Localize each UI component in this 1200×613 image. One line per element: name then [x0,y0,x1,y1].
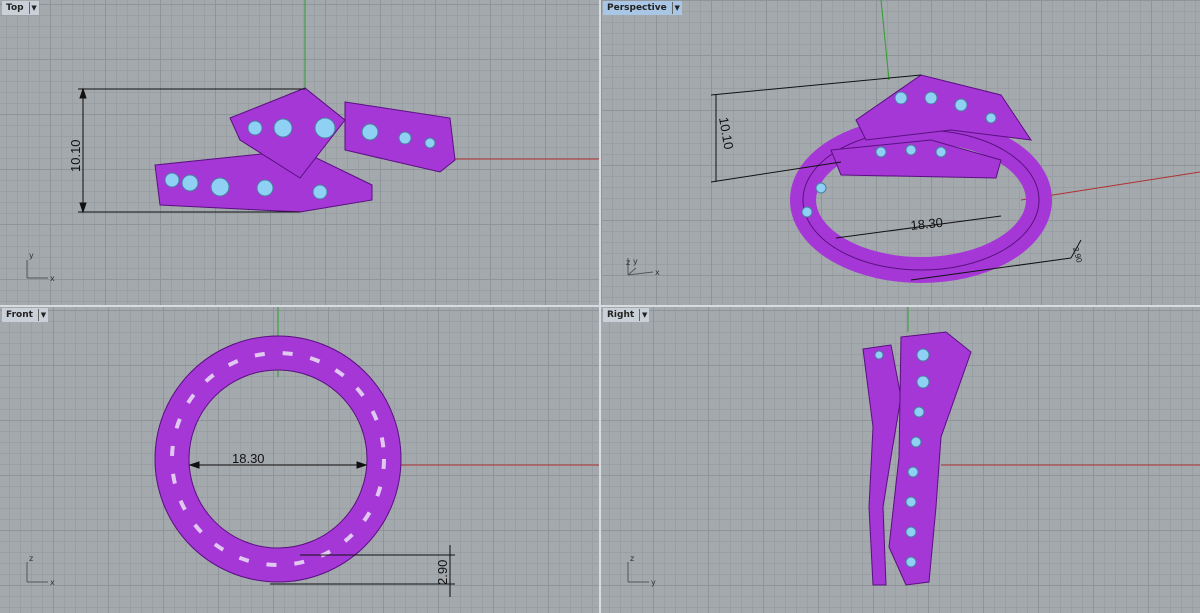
dropdown-icon[interactable]: ▼ [28,2,39,14]
dimension-label: 2.90 [1071,246,1084,264]
model-shape [910,436,922,448]
axis-label-x: x [50,274,55,283]
viewport-tab-perspective[interactable]: Perspective ▼ [603,1,682,15]
model-shape [916,348,930,362]
model-shape [907,466,919,478]
model-shape [273,118,293,138]
model-shape [815,182,827,194]
viewport-right[interactable]: Right ▼ z y [601,307,1200,613]
axis-label-y: y [633,257,638,266]
model-shape [935,146,947,158]
axis-label-x: x [50,578,55,587]
model-shape [905,496,917,508]
model-shape [181,174,199,192]
viewport-tab-right[interactable]: Right ▼ [603,308,650,322]
front-scene: 18.30 2.90 z x [26,307,599,597]
perspective-scene: 10.10 18.30 2.90 z y x [626,0,1200,283]
ring-model [790,74,1052,283]
model-shape [874,350,884,360]
dimension-label: 2.90 [435,560,450,585]
dimension-label: 10.10 [716,116,736,151]
axis-icon [26,260,48,279]
model-shape [627,271,654,276]
model-shape [905,526,917,538]
right-scene: z y [627,307,1200,587]
axis-label-y: y [651,578,656,587]
viewport-tab-front[interactable]: Front ▼ [2,308,48,322]
model-shape [888,331,972,586]
top-scene: 10.10 y x [26,0,599,283]
ring-model [154,87,456,213]
dimension-label: 10.10 [68,139,83,172]
viewport-title: Top [6,3,24,13]
model-shape [905,556,917,568]
model-shape [627,562,649,583]
dropdown-icon[interactable]: ▼ [671,2,682,14]
model-shape [710,74,922,96]
viewport-title: Right [607,310,635,320]
axis-label-y: y [29,251,34,260]
viewport-title: Front [6,310,33,320]
model-shape [627,258,654,276]
axis-label-z: z [630,554,634,563]
dimension-18-30 [188,461,368,469]
dropdown-icon[interactable]: ▼ [639,309,649,321]
viewport-front[interactable]: Front ▼ 18.30 2.90 z x [0,307,599,613]
dimension-label: 18.30 [910,215,944,233]
model-shape [801,206,813,218]
model-shape [924,91,938,105]
axis-label-z: z [29,554,33,563]
model-shape [155,336,401,582]
model-shape [875,146,887,158]
model-shape [424,137,436,149]
model-shape [26,562,48,583]
model-shape [916,375,930,389]
y-axis-line [880,0,890,81]
viewport-top[interactable]: Top ▼ 10.10 y x [0,0,599,305]
model-shape [985,112,997,124]
model-shape [361,123,379,141]
dimension-label: 18.30 [232,451,265,466]
axis-label-z: z [626,258,630,267]
model-shape [312,184,328,200]
viewport-title: Perspective [607,3,667,13]
ring-model [862,331,972,586]
model-shape [894,91,908,105]
viewport-tab-top[interactable]: Top ▼ [2,1,39,15]
model-shape [954,98,968,112]
viewport-perspective[interactable]: Perspective ▼ 10.10 18.30 2.90 z y x [601,0,1200,305]
model-shape [256,179,274,197]
axis-label-x: x [655,268,660,277]
model-shape [905,144,917,156]
model-shape [210,177,230,197]
model-shape [247,120,263,136]
model-shape [314,117,336,139]
model-shape [398,131,412,145]
model-shape [855,74,1033,141]
dropdown-icon[interactable]: ▼ [37,309,48,321]
model-shape [164,172,180,188]
model-shape [913,406,925,418]
model-shape [188,369,368,549]
